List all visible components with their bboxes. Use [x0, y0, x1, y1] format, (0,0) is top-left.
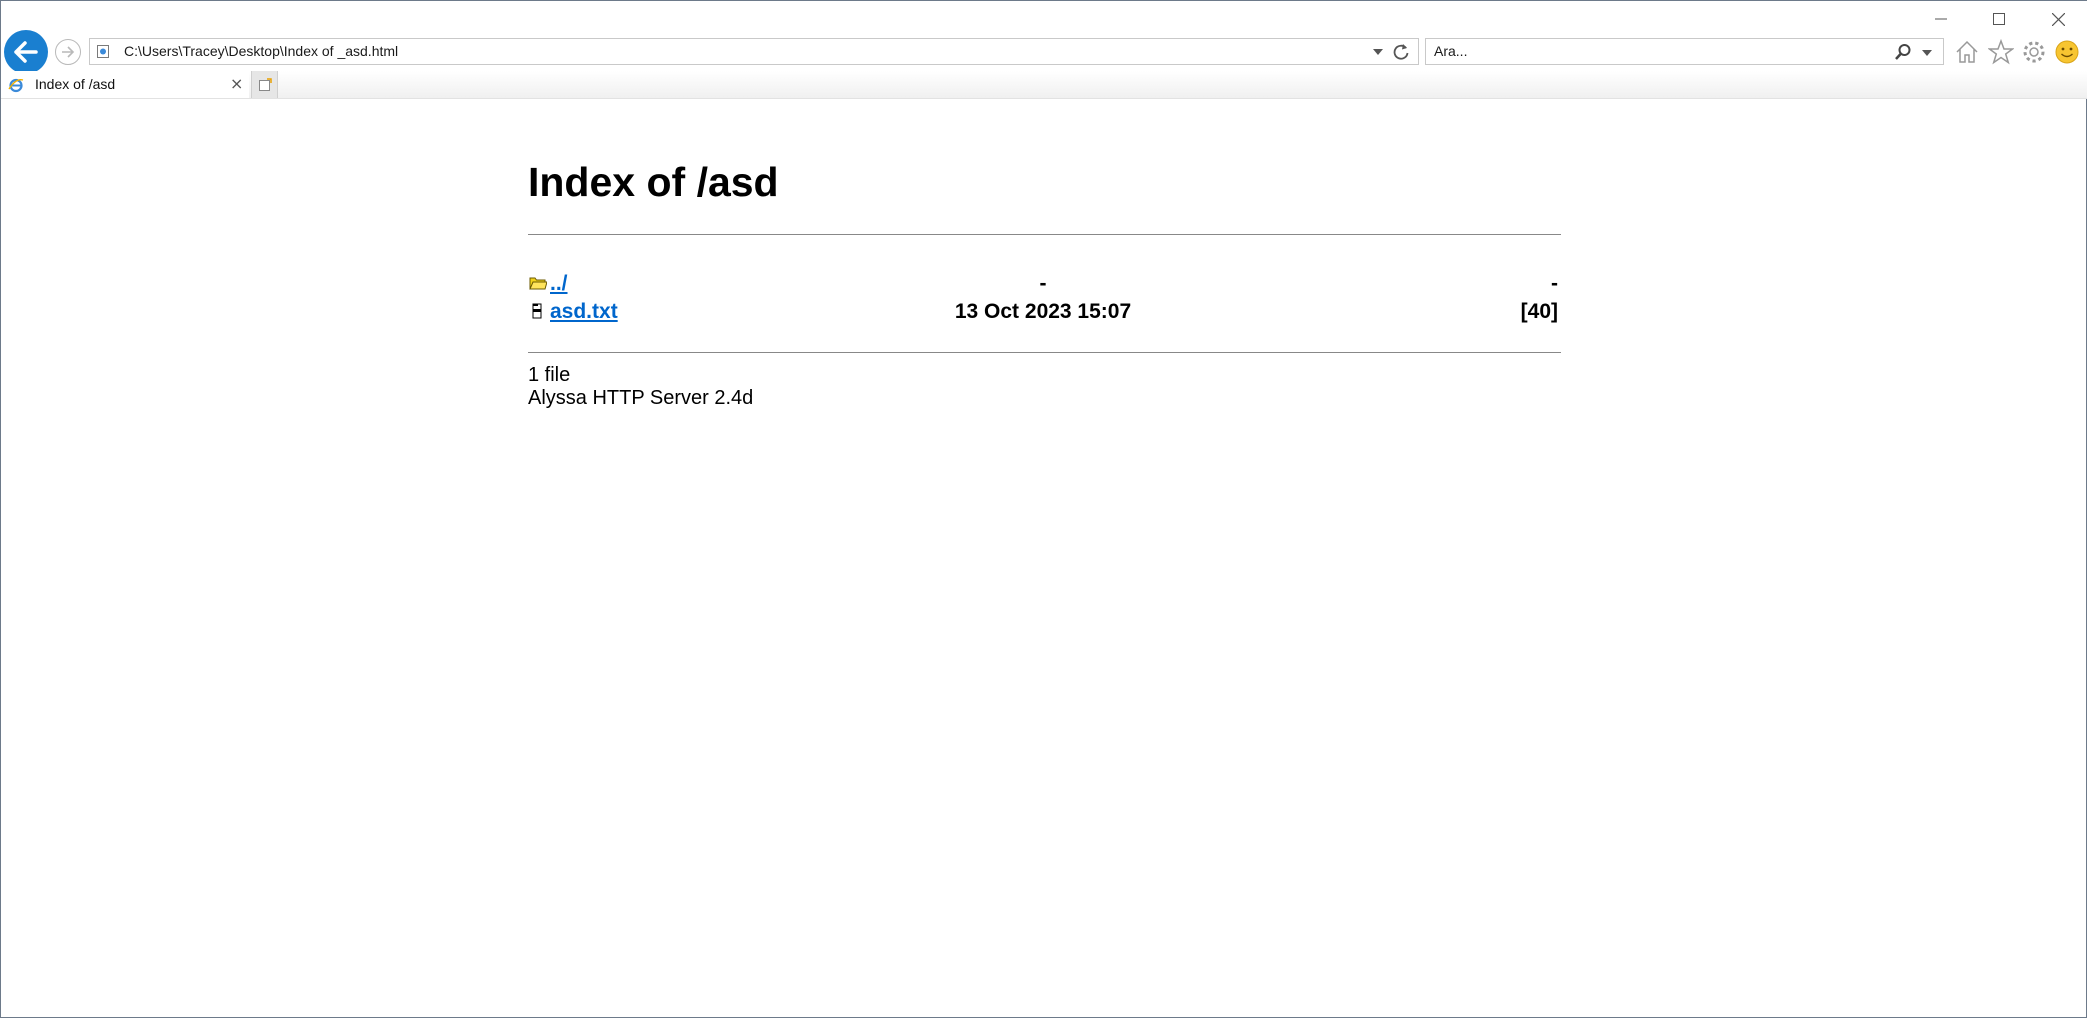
list-item: asd.txt 13 Oct 2023 15:07 [40] — [528, 298, 1561, 326]
file-link-asd-txt[interactable]: asd.txt — [550, 298, 618, 326]
list-item: ../ - - — [528, 270, 1561, 298]
smiley-feedback-icon[interactable] — [2054, 39, 2080, 65]
entry-date: - — [1039, 272, 1047, 295]
parent-directory-link[interactable]: ../ — [550, 270, 568, 298]
maximize-button[interactable] — [1976, 5, 2022, 33]
minimize-button[interactable] — [1918, 5, 1964, 33]
file-listing: ../ - - asd.txt 13 Oct 2023 15:07 [40] — [528, 270, 1561, 326]
star-icon[interactable] — [1988, 39, 2014, 65]
tab-title: Index of /asd — [35, 76, 116, 92]
file-icon — [532, 303, 542, 319]
entry-size: - — [1551, 272, 1558, 295]
new-tab-icon — [258, 77, 272, 91]
tab-close-icon[interactable]: × — [230, 74, 243, 93]
forward-button[interactable] — [55, 39, 81, 65]
search-input[interactable]: Ara... — [1434, 43, 1467, 59]
search-box[interactable]: Ara... — [1425, 38, 1944, 65]
gear-icon[interactable] — [2021, 39, 2047, 65]
page-icon — [97, 45, 109, 58]
divider-top — [528, 234, 1561, 235]
entry-size: [40] — [1520, 300, 1558, 323]
address-text[interactable]: C:\Users\Tracey\Desktop\Index of _asd.ht… — [124, 43, 398, 59]
divider-bottom — [528, 352, 1561, 353]
page-title: Index of /asd — [528, 159, 779, 205]
page-content: Index of /asd ../ - - asd.txt 13 Oct 202… — [528, 98, 1561, 410]
ie-favicon-icon — [8, 78, 24, 93]
tab-index-of-asd[interactable]: Index of /asd × — [1, 71, 249, 98]
maximize-icon — [1993, 13, 2005, 25]
address-bar[interactable]: C:\Users\Tracey\Desktop\Index of _asd.ht… — [89, 38, 1419, 65]
tab-strip: Index of /asd × — [1, 71, 2087, 99]
close-window-button[interactable] — [2035, 5, 2081, 33]
forward-arrow-icon — [62, 46, 75, 58]
new-tab-button[interactable] — [251, 71, 278, 98]
chevron-down-icon[interactable] — [1921, 48, 1933, 58]
file-count: 1 file — [528, 364, 571, 386]
refresh-icon[interactable] — [1392, 43, 1410, 61]
minimize-icon — [1935, 18, 1947, 20]
home-icon[interactable] — [1954, 39, 1980, 65]
back-arrow-icon — [14, 41, 38, 63]
server-signature: Alyssa HTTP Server 2.4d — [528, 387, 754, 409]
entry-date: 13 Oct 2023 15:07 — [954, 300, 1132, 323]
search-icon[interactable] — [1894, 43, 1912, 61]
folder-icon — [529, 277, 547, 290]
back-button[interactable] — [4, 30, 48, 74]
chevron-down-icon[interactable] — [1372, 47, 1384, 57]
browser-toolbar: C:\Users\Tracey\Desktop\Index of _asd.ht… — [1, 1, 2087, 74]
close-icon — [2051, 12, 2065, 26]
